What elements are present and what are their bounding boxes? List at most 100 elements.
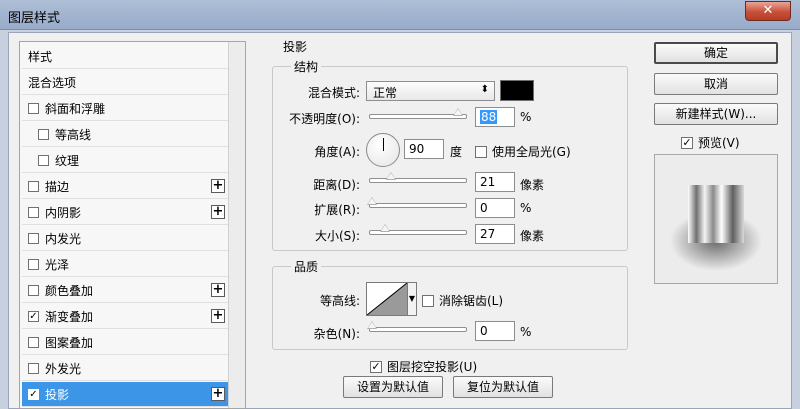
style-item-checkbox[interactable] <box>28 284 39 296</box>
style-item-label: 投影 <box>45 387 70 402</box>
blend-mode-label: 混合模式: <box>307 86 360 100</box>
make-default-button[interactable]: 设置为默认值 <box>343 376 443 398</box>
contour-picker[interactable] <box>366 282 408 316</box>
size-label: 大小(S): <box>314 229 360 243</box>
global-light-checkbox[interactable]: 使用全局光(G) <box>475 143 571 160</box>
noise-label: 杂色(N): <box>313 327 360 341</box>
noise-slider[interactable] <box>367 321 467 332</box>
style-preview <box>654 154 778 284</box>
close-button[interactable]: ✕ <box>745 1 791 21</box>
blend-mode-value: 正常 <box>373 86 398 100</box>
antialias-label: 消除锯齿(L) <box>439 294 504 308</box>
distance-slider[interactable] <box>369 172 467 183</box>
style-item-checkbox[interactable] <box>28 232 39 244</box>
preview-box[interactable]: ✓ <box>681 136 693 149</box>
style-item-12[interactable]: 外发光 <box>22 356 229 381</box>
reset-default-button[interactable]: 复位为默认值 <box>453 376 553 398</box>
title-bar: 图层样式 ✕ <box>0 0 800 30</box>
style-item-label: 外发光 <box>45 361 82 376</box>
style-item-checkbox[interactable] <box>28 180 39 192</box>
style-item-checkbox[interactable] <box>28 362 39 374</box>
styles-list-scrollbar[interactable] <box>228 42 245 408</box>
style-item-6[interactable]: 内阴影 + <box>22 200 229 225</box>
style-item-label: 图案叠加 <box>45 335 94 350</box>
opacity-label: 不透明度(O): <box>289 112 360 126</box>
style-item-10[interactable]: ✓ 渐变叠加 + <box>22 304 229 329</box>
noise-unit: % <box>520 325 532 339</box>
style-item-9[interactable]: 颜色叠加 + <box>22 278 229 303</box>
style-item-11[interactable]: 图案叠加 <box>22 330 229 355</box>
style-item-8[interactable]: 光泽 <box>22 252 229 277</box>
shadow-color-swatch[interactable] <box>500 80 534 101</box>
add-effect-icon[interactable]: + <box>211 283 225 297</box>
preview-thumbnail <box>670 185 762 271</box>
add-effect-icon[interactable]: + <box>211 309 225 323</box>
updown-arrow-icon: ⬍ <box>480 84 489 95</box>
style-item-checkbox[interactable] <box>28 206 39 218</box>
spread-label: 扩展(R): <box>314 203 360 217</box>
style-item-checkbox[interactable] <box>38 154 49 166</box>
size-slider-thumb[interactable] <box>380 224 390 232</box>
style-item-label: 混合选项 <box>28 75 77 90</box>
size-unit: 像素 <box>520 229 545 243</box>
style-item-4[interactable]: 纹理 <box>22 148 229 173</box>
angle-input[interactable]: 90 <box>404 139 444 159</box>
knockout-box[interactable]: ✓ <box>370 360 382 373</box>
style-item-label: 纹理 <box>55 153 80 168</box>
knockout-label: 图层挖空投影(U) <box>387 360 478 374</box>
opacity-slider[interactable] <box>369 108 467 119</box>
structure-title: 结构 <box>291 58 322 75</box>
cancel-button[interactable]: 取消 <box>654 73 778 95</box>
style-item-label: 光泽 <box>45 257 70 272</box>
size-input[interactable]: 27 <box>475 224 515 244</box>
style-item-label: 渐变叠加 <box>45 309 94 324</box>
add-effect-icon[interactable]: + <box>211 387 225 401</box>
opacity-slider-thumb[interactable] <box>453 108 463 116</box>
global-light-box[interactable] <box>475 145 487 158</box>
distance-slider-thumb[interactable] <box>386 172 396 180</box>
spread-input[interactable]: 0 <box>475 198 515 218</box>
noise-slider-thumb[interactable] <box>367 321 377 329</box>
style-item-checkbox[interactable]: ✓ <box>28 310 39 322</box>
add-effect-icon[interactable]: + <box>211 179 225 193</box>
window-title: 图层样式 <box>8 11 61 26</box>
style-item-2[interactable]: 斜面和浮雕 <box>22 96 229 121</box>
spread-slider-thumb[interactable] <box>367 197 377 205</box>
noise-input[interactable]: 0 <box>475 321 515 341</box>
style-item-3[interactable]: 等高线 <box>22 122 229 147</box>
global-light-label: 使用全局光(G) <box>492 145 571 159</box>
distance-input[interactable]: 21 <box>475 172 515 192</box>
style-item-checkbox[interactable] <box>38 128 49 140</box>
ok-button[interactable]: 确定 <box>654 42 778 64</box>
style-item-checkbox[interactable]: ✓ <box>28 388 39 400</box>
style-item-13[interactable]: ✓ 投影 + <box>22 382 229 407</box>
style-item-checkbox[interactable] <box>28 102 39 114</box>
new-style-button[interactable]: 新建样式(W)... <box>654 103 778 125</box>
preview-checkbox[interactable]: ✓ 预览(V) <box>681 134 740 151</box>
spread-slider[interactable] <box>367 197 467 208</box>
styles-list-panel: 样式 混合选项 斜面和浮雕 等高线 纹理 描边 + 内阴影 + 内发光 光泽 颜色叠加 + ✓ 渐变叠加 + 图… <box>19 41 246 409</box>
preview-label: 预览(V) <box>698 136 740 150</box>
antialias-checkbox[interactable]: 消除锯齿(L) <box>422 292 503 309</box>
blend-mode-select[interactable]: 正常 ⬍ <box>366 81 495 101</box>
distance-unit: 像素 <box>520 178 545 192</box>
style-item-0[interactable]: 样式 <box>22 44 229 69</box>
style-item-label: 内发光 <box>45 231 82 246</box>
style-item-7[interactable]: 内发光 <box>22 226 229 251</box>
antialias-box[interactable] <box>422 294 434 307</box>
angle-dial-needle <box>383 138 384 151</box>
angle-dial[interactable] <box>366 133 400 167</box>
knockout-checkbox[interactable]: ✓ 图层挖空投影(U) <box>370 358 477 375</box>
style-item-1[interactable]: 混合选项 <box>22 70 229 95</box>
angle-label: 角度(A): <box>314 145 360 159</box>
opacity-unit: % <box>520 110 532 124</box>
contour-dropdown-icon[interactable]: ▼ <box>408 282 417 316</box>
style-item-5[interactable]: 描边 + <box>22 174 229 199</box>
opacity-input[interactable]: 88 <box>475 107 515 127</box>
style-item-label: 描边 <box>45 179 70 194</box>
size-slider[interactable] <box>369 224 467 235</box>
style-item-checkbox[interactable] <box>28 258 39 270</box>
add-effect-icon[interactable]: + <box>211 205 225 219</box>
distance-label: 距离(D): <box>313 178 360 192</box>
style-item-checkbox[interactable] <box>28 336 39 348</box>
